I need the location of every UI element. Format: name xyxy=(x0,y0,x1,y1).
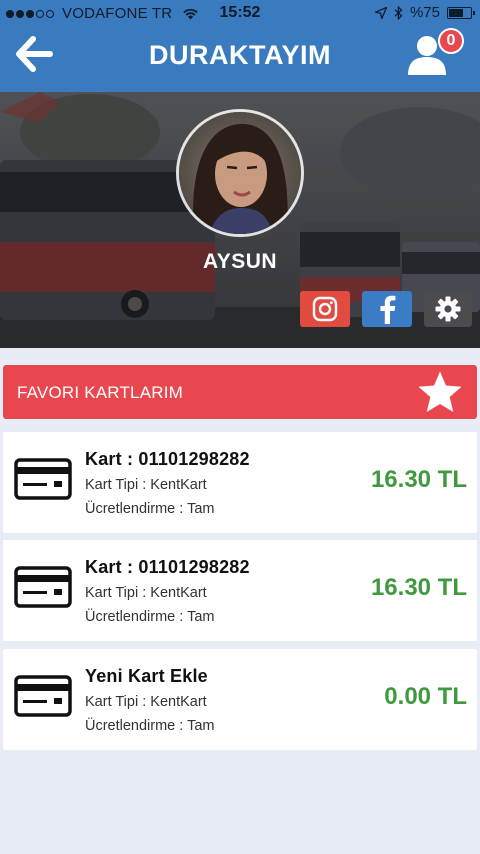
card-title: Kart : 01101298282 xyxy=(85,557,250,577)
card-title: Kart : 01101298282 xyxy=(85,449,250,469)
battery-level xyxy=(449,8,464,17)
card-type: Kart Tipi : KentKart xyxy=(85,477,207,493)
card-billing: Ücretlendirme : Tam xyxy=(85,501,215,517)
card-billing: Ücretlendirme : Tam xyxy=(85,609,215,625)
card-balance: 0.00 TL xyxy=(384,683,467,710)
facebook-button[interactable] xyxy=(362,291,412,327)
facebook-icon xyxy=(380,295,396,324)
card-list-item[interactable]: Kart : 01101298282 Kart Tipi : KentKart … xyxy=(3,432,477,533)
status-right: %75 xyxy=(374,4,475,21)
avatar-photo xyxy=(179,112,301,234)
gear-icon xyxy=(435,296,461,322)
card-list-item[interactable]: Kart : 01101298282 Kart Tipi : KentKart … xyxy=(3,540,477,641)
card-title: Yeni Kart Ekle xyxy=(85,666,208,686)
profile-name: AYSUN xyxy=(202,250,278,273)
location-arrow-icon xyxy=(374,6,387,19)
notification-badge[interactable]: 0 xyxy=(438,28,464,54)
favorite-cards-title: FAVORI KARTLARIM xyxy=(17,383,183,402)
top-bar: VODAFONE TR 15:52 %75 DURAKTAYIM 0 xyxy=(0,0,480,92)
card-balance: 16.30 TL xyxy=(370,574,467,601)
favorite-cards-header: FAVORI KARTLARIM xyxy=(3,365,477,419)
status-bar: VODAFONE TR 15:52 %75 xyxy=(0,0,480,26)
instagram-button[interactable] xyxy=(300,291,350,327)
card-balance: 16.30 TL xyxy=(370,466,467,493)
card-type: Kart Tipi : KentKart xyxy=(85,694,207,710)
card-billing: Ücretlendirme : Tam xyxy=(85,718,215,734)
credit-card-icon xyxy=(14,458,72,500)
instagram-icon xyxy=(312,296,338,322)
battery-percent: %75 xyxy=(409,4,440,21)
avatar[interactable] xyxy=(176,109,304,237)
battery-icon xyxy=(447,6,475,19)
credit-card-icon xyxy=(14,566,72,608)
profile-header: AYSUN xyxy=(0,92,480,348)
card-type: Kart Tipi : KentKart xyxy=(85,585,207,601)
bluetooth-icon xyxy=(394,5,403,20)
credit-card-icon xyxy=(14,675,72,717)
add-new-card-item[interactable]: Yeni Kart Ekle Kart Tipi : KentKart Ücre… xyxy=(3,649,477,750)
settings-button[interactable] xyxy=(424,291,472,327)
star-icon[interactable] xyxy=(417,370,463,414)
